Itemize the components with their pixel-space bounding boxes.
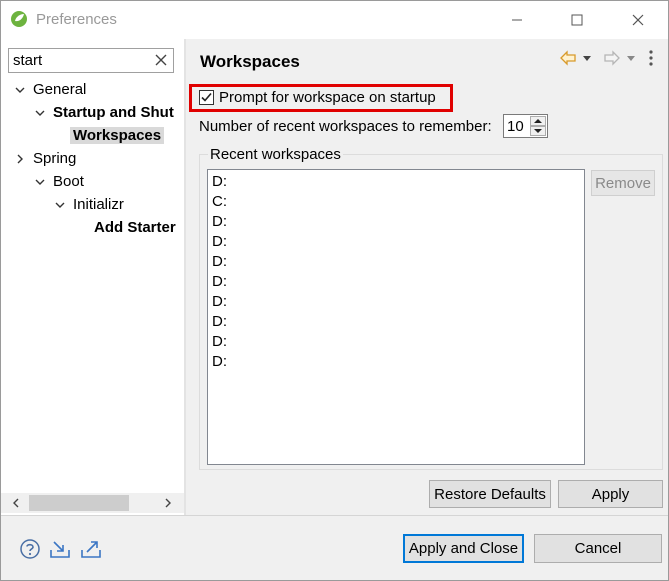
export-icon[interactable] <box>80 538 102 560</box>
spin-down-button[interactable] <box>530 126 546 136</box>
list-item[interactable]: D: <box>212 232 227 252</box>
app-icon <box>11 11 27 27</box>
close-button[interactable] <box>618 5 658 35</box>
minimize-button[interactable] <box>497 5 537 35</box>
chevron-down-icon <box>534 129 542 133</box>
tree-item-spring[interactable]: Spring <box>13 148 76 170</box>
filter-text[interactable]: start <box>13 52 42 69</box>
list-item[interactable]: D: <box>212 252 227 272</box>
maximize-icon <box>571 14 583 26</box>
recent-count-spinner[interactable]: 10 <box>503 114 548 138</box>
chevron-down-icon[interactable] <box>33 106 47 120</box>
tree-item-startup-and-shutdown[interactable]: Startup and Shut <box>33 102 174 124</box>
recent-workspaces-label: Recent workspaces <box>208 146 343 163</box>
forward-arrow-icon[interactable] <box>603 47 621 69</box>
help-icon[interactable] <box>19 538 41 560</box>
restore-defaults-button[interactable]: Restore Defaults <box>429 480 551 508</box>
spinner-arrows <box>530 116 546 136</box>
tree-item-label: Initializr <box>73 196 124 213</box>
apply-and-close-button[interactable]: Apply and Close <box>403 534 524 563</box>
chevron-up-icon <box>534 119 542 123</box>
window-title: Preferences <box>36 11 117 28</box>
remove-button[interactable]: Remove <box>591 170 655 196</box>
close-icon <box>632 14 644 26</box>
list-item[interactable]: D: <box>212 332 227 352</box>
footer-separator <box>1 515 668 516</box>
list-item[interactable]: D: <box>212 212 227 232</box>
list-item[interactable]: D: <box>212 292 227 312</box>
chevron-down-icon[interactable] <box>626 47 636 69</box>
title-bar: Preferences <box>1 1 668 39</box>
chevron-right-icon[interactable] <box>13 152 27 166</box>
minimize-icon <box>512 19 522 21</box>
apply-button[interactable]: Apply <box>558 480 663 508</box>
import-icon[interactable] <box>49 538 71 560</box>
recent-count-label: Number of recent workspaces to remember: <box>199 118 492 135</box>
filter-input[interactable]: start <box>8 48 174 73</box>
chevron-down-icon[interactable] <box>13 83 27 97</box>
chevron-down-icon[interactable] <box>53 198 67 212</box>
list-item[interactable]: D: <box>212 272 227 292</box>
page-title: Workspaces <box>200 52 300 71</box>
recent-count-value[interactable]: 10 <box>507 118 524 135</box>
tree-item-general[interactable]: General <box>13 79 86 101</box>
maximize-button[interactable] <box>557 5 597 35</box>
recent-workspaces-list[interactable]: D: C: D: D: D: D: D: D: D: D: <box>207 169 585 465</box>
tree-item-workspaces[interactable]: Workspaces <box>70 125 165 147</box>
highlight-annotation <box>189 84 453 112</box>
pane-divider[interactable] <box>184 39 186 515</box>
tree-item-label: Boot <box>53 173 84 190</box>
list-item[interactable]: D: <box>212 312 227 332</box>
scroll-right-icon[interactable] <box>161 496 175 510</box>
preference-tree: General Startup and Shut Workspaces Spri… <box>1 77 184 487</box>
horizontal-scrollbar[interactable] <box>1 493 184 513</box>
tree-item-label: Startup and Shut <box>53 104 174 121</box>
tree-item-label: Spring <box>33 150 77 167</box>
scroll-thumb[interactable] <box>29 495 129 511</box>
tree-item-label: Workspaces <box>70 127 165 144</box>
list-item[interactable]: D: <box>212 352 227 372</box>
list-item[interactable]: D: <box>212 172 227 192</box>
menu-icon[interactable] <box>648 47 654 69</box>
page-navigation <box>559 47 669 69</box>
tree-item-label: General <box>33 81 87 98</box>
chevron-down-icon[interactable] <box>33 175 47 189</box>
tree-item-label: Add Starter <box>94 219 176 236</box>
clear-filter-icon[interactable] <box>153 52 169 68</box>
chevron-down-icon[interactable] <box>582 47 592 69</box>
spin-up-button[interactable] <box>530 116 546 126</box>
tree-item-boot[interactable]: Boot <box>33 171 84 193</box>
tree-item-add-starter[interactable]: Add Starter <box>94 217 176 239</box>
scroll-left-icon[interactable] <box>9 496 23 510</box>
preferences-window: Preferences start General Startup and Sh… <box>0 0 669 581</box>
navigation-pane: start General Startup and Shut Workspace… <box>1 39 184 515</box>
list-item[interactable]: C: <box>212 192 227 212</box>
back-arrow-icon[interactable] <box>559 47 577 69</box>
cancel-button[interactable]: Cancel <box>534 534 662 563</box>
tree-item-initializr[interactable]: Initializr <box>53 194 124 216</box>
